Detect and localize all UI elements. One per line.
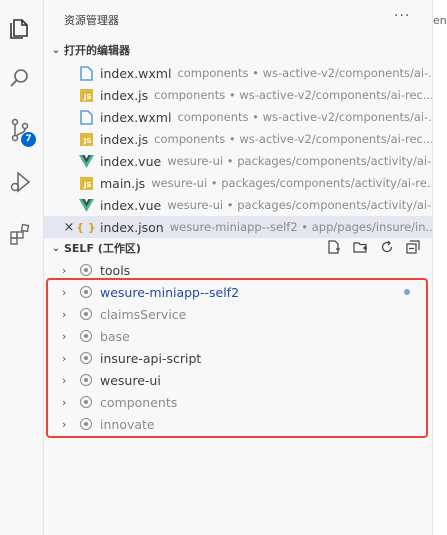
file-name: index.wxml — [100, 109, 172, 125]
workspace-title: SELF (工作区) — [64, 242, 141, 255]
file-path: components • ws-active-v2/components/ai-… — [177, 110, 432, 124]
file-path: components • ws-active-v2/components/ai-… — [177, 66, 432, 80]
open-editor-item[interactable]: JS index.js components • ws-active-v2/co… — [44, 128, 432, 150]
vue-file-icon — [78, 197, 94, 213]
file-path: wesure-miniapp--self2 • app/pages/insure… — [169, 220, 432, 234]
js-file-icon: JS — [78, 175, 94, 191]
repo-icon — [80, 330, 92, 342]
explorer-files-icon[interactable] — [8, 16, 32, 40]
js-file-icon: JS — [78, 87, 94, 103]
folder-name: tools — [100, 262, 131, 278]
file-name: index.json — [100, 219, 164, 235]
open-editor-item[interactable]: index.vue wesure-ui • packages/component… — [44, 194, 432, 216]
folder-name: base — [100, 328, 130, 344]
file-path: wesure-ui • packages/components/activity… — [167, 198, 432, 212]
folder-name: wesure-miniapp--self2 — [100, 284, 240, 300]
folder-item[interactable]: › base — [44, 325, 432, 347]
chevron-right-icon: › — [62, 307, 67, 321]
js-file-icon: JS — [78, 131, 94, 147]
repo-icon — [80, 264, 92, 276]
open-editors-header[interactable]: ⌄ 打开的编辑器 — [44, 40, 432, 60]
folder-item[interactable]: › innovate — [44, 413, 432, 435]
close-icon[interactable]: × — [62, 220, 76, 235]
file-path: wesure-ui • packages/components/activity… — [151, 176, 432, 190]
workspace-actions — [327, 239, 420, 257]
open-editors-title: 打开的编辑器 — [64, 44, 130, 57]
folder-item[interactable]: › insure-api-script — [44, 347, 432, 369]
open-editor-item[interactable]: JS index.js components • ws-active-v2/co… — [44, 84, 432, 106]
folder-name: claimsService — [100, 306, 187, 322]
file-name: index.vue — [100, 153, 162, 169]
file-path: components • ws-active-v2/components/ai-… — [154, 132, 432, 146]
wxml-file-icon — [78, 109, 94, 125]
open-editor-item[interactable]: index.vue wesure-ui • packages/component… — [44, 150, 432, 172]
open-editor-item-selected[interactable]: × { } index.json wesure-miniapp--self2 •… — [44, 216, 432, 238]
file-name: index.js — [100, 131, 149, 147]
folder-name: innovate — [100, 416, 155, 432]
activity-bar: 7 — [0, 0, 44, 535]
folder-item[interactable]: › tools — [44, 259, 432, 281]
chevron-right-icon: › — [62, 395, 67, 409]
open-editor-item[interactable]: index.wxml components • ws-active-v2/com… — [44, 62, 432, 84]
folder-item[interactable]: › claimsService — [44, 303, 432, 325]
file-path: wesure-ui • packages/components/activity… — [167, 154, 432, 168]
file-path: components • ws-active-v2/components/ai-… — [154, 88, 432, 102]
chevron-right-icon: › — [62, 285, 67, 299]
folder-name: components — [100, 394, 178, 410]
repo-icon — [80, 352, 92, 364]
file-name: index.js — [100, 87, 149, 103]
file-name: index.vue — [100, 197, 162, 213]
refresh-icon[interactable] — [380, 240, 394, 257]
repo-icon — [80, 418, 92, 430]
folder-item[interactable]: › wesure-ui — [44, 369, 432, 391]
chevron-right-icon: › — [62, 351, 67, 365]
run-debug-icon[interactable] — [8, 170, 32, 194]
json-file-icon: { } — [76, 220, 96, 234]
repo-icon — [80, 308, 92, 320]
chevron-down-icon: ⌄ — [51, 44, 61, 56]
file-name: main.js — [100, 175, 146, 191]
workspace-header[interactable]: ⌄ SELF (工作区) — [44, 238, 432, 258]
new-file-icon[interactable] — [327, 239, 341, 257]
chevron-right-icon: › — [62, 417, 67, 431]
editor-tab-fragment[interactable]: end — [433, 14, 447, 27]
vue-file-icon — [78, 153, 94, 169]
collapse-all-icon[interactable] — [406, 239, 420, 257]
editor-area-edge: end — [432, 0, 447, 535]
wxml-file-icon — [78, 65, 94, 81]
chevron-right-icon: › — [62, 373, 67, 387]
explorer-title: 资源管理器 — [64, 14, 119, 27]
explorer-sidebar: 资源管理器 ··· ⌄ 打开的编辑器 index.wxml components… — [44, 0, 432, 535]
window: 7 资源管理器 ··· ⌄ 打开的编辑器 index.wxml componen… — [0, 0, 447, 535]
folder-item[interactable]: › wesure-miniapp--self2 — [44, 281, 432, 303]
search-icon[interactable] — [8, 66, 32, 90]
repo-icon — [80, 286, 92, 298]
folder-name: wesure-ui — [100, 372, 161, 388]
open-editor-item[interactable]: JS main.js wesure-ui • packages/componen… — [44, 172, 432, 194]
source-control-badge: 7 — [21, 132, 36, 147]
new-folder-icon[interactable] — [353, 240, 368, 257]
repo-icon — [80, 374, 92, 386]
open-editor-item[interactable]: index.wxml components • ws-active-v2/com… — [44, 106, 432, 128]
modified-dot-icon — [404, 289, 410, 295]
folder-item[interactable]: › components — [44, 391, 432, 413]
chevron-right-icon: › — [62, 329, 67, 343]
chevron-right-icon: › — [62, 263, 67, 277]
more-actions-icon[interactable]: ··· — [394, 8, 410, 24]
file-name: index.wxml — [100, 65, 172, 81]
repo-icon — [80, 396, 92, 408]
folder-name: insure-api-script — [100, 350, 202, 366]
extensions-icon[interactable] — [8, 222, 32, 246]
chevron-down-icon: ⌄ — [51, 242, 61, 254]
